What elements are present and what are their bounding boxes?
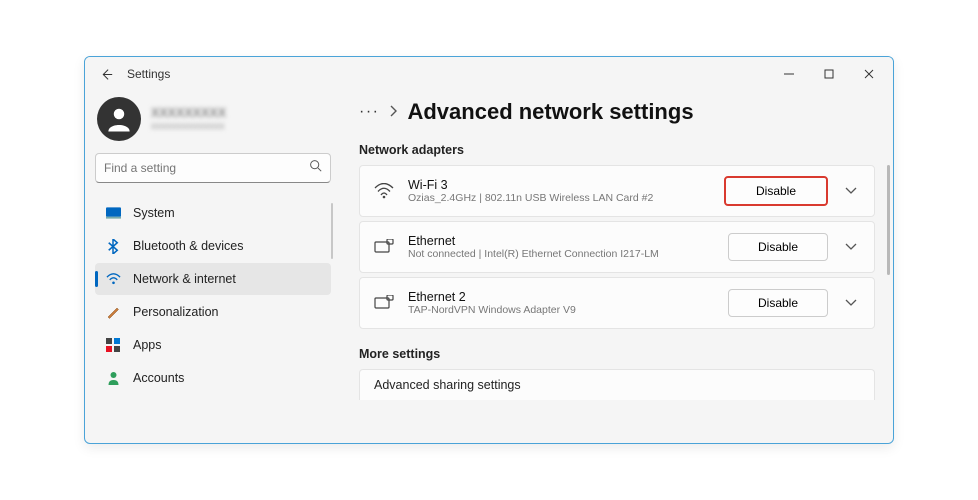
sidebar-item-label: Bluetooth & devices [133,239,244,253]
expand-button[interactable] [842,299,860,307]
network-icon [105,271,121,287]
adapter-sub: TAP-NordVPN Windows Adapter V9 [408,304,714,316]
sidebar-item-label: Accounts [133,371,184,385]
back-button[interactable] [99,67,113,81]
nav-scrollbar[interactable] [331,203,333,259]
sidebar-item-bluetooth[interactable]: Bluetooth & devices [95,230,331,262]
adapter-card-ethernet2[interactable]: Ethernet 2 TAP-NordVPN Windows Adapter V… [359,277,875,329]
accounts-icon [105,370,121,386]
chevron-right-icon [389,105,397,120]
sidebar-item-label: Apps [133,338,162,352]
titlebar: Settings [85,57,893,91]
sidebar-item-accounts[interactable]: Accounts [95,362,331,394]
minimize-button[interactable] [769,60,809,88]
breadcrumb: ··· Advanced network settings [359,99,875,125]
wifi-icon [374,181,394,201]
section-more-title: More settings [359,347,875,361]
sidebar-item-network[interactable]: Network & internet [95,263,331,295]
expand-button[interactable] [842,243,860,251]
adapter-card-ethernet[interactable]: Ethernet Not connected | Intel(R) Ethern… [359,221,875,273]
sidebar-item-system[interactable]: System [95,197,331,229]
settings-window: Settings XXXXXXXXX xxxxxxxxxxxxxx [84,56,894,444]
profile-name: XXXXXXXXX [151,106,226,120]
breadcrumb-ellipsis[interactable]: ··· [359,103,379,121]
sidebar-item-label: Personalization [133,305,218,319]
advanced-sharing-item[interactable]: Advanced sharing settings [359,369,875,400]
maximize-button[interactable] [809,60,849,88]
sidebar-item-personalization[interactable]: Personalization [95,296,331,328]
profile-email: xxxxxxxxxxxxxx [151,120,226,132]
adapter-name: Ethernet [408,234,714,248]
adapter-sub: Ozias_2.4GHz | 802.11n USB Wireless LAN … [408,192,710,204]
adapter-card-wifi[interactable]: Wi-Fi 3 Ozias_2.4GHz | 802.11n USB Wirel… [359,165,875,217]
expand-button[interactable] [842,187,860,195]
sidebar-item-label: System [133,206,175,220]
profile[interactable]: XXXXXXXXX xxxxxxxxxxxxxx [95,97,331,153]
page-title: Advanced network settings [407,99,693,125]
main-scrollbar[interactable] [887,165,890,275]
bluetooth-icon [105,238,121,254]
ethernet-icon [374,237,394,257]
avatar [97,97,141,141]
section-adapters-title: Network adapters [359,143,875,157]
nav: System Bluetooth & devices Network & int… [95,197,331,395]
close-button[interactable] [849,60,889,88]
system-icon [105,205,121,221]
main-content: ··· Advanced network settings Network ad… [341,91,893,443]
sidebar-item-apps[interactable]: Apps [95,329,331,361]
ethernet-icon [374,293,394,313]
apps-icon [105,337,121,353]
disable-button[interactable]: Disable [724,176,828,206]
adapter-name: Ethernet 2 [408,290,714,304]
search-box[interactable] [95,153,331,183]
disable-button[interactable]: Disable [728,233,828,261]
sidebar: XXXXXXXXX xxxxxxxxxxxxxx System Bluetoot… [85,91,341,443]
search-input[interactable] [104,161,309,175]
window-title: Settings [127,67,170,81]
adapter-name: Wi-Fi 3 [408,178,710,192]
personalization-icon [105,304,121,320]
sidebar-item-label: Network & internet [133,272,236,286]
adapter-sub: Not connected | Intel(R) Ethernet Connec… [408,248,714,260]
search-icon [309,159,322,177]
disable-button[interactable]: Disable [728,289,828,317]
